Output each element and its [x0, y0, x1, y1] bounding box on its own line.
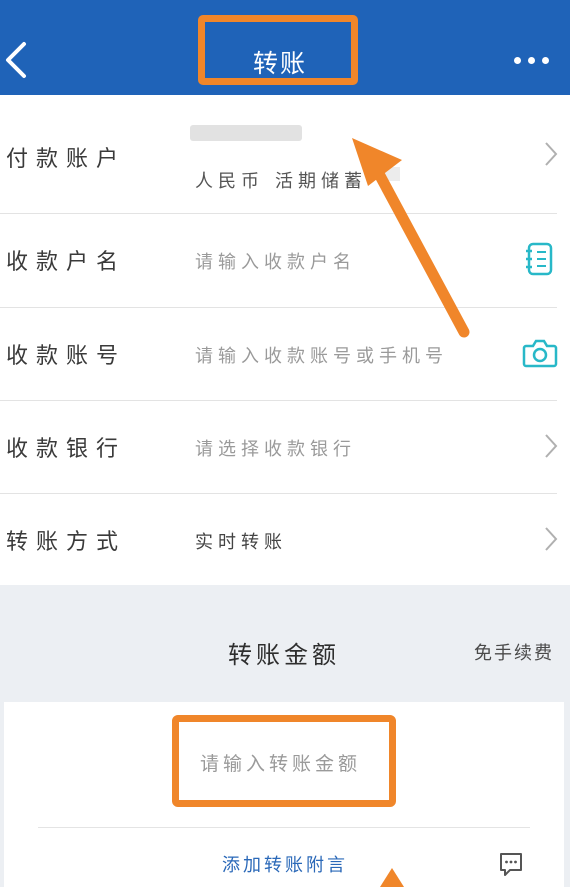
chevron-right-icon [545, 527, 558, 551]
more-button[interactable] [512, 50, 552, 70]
transfer-method-value: 实时转账 [195, 532, 287, 553]
payer-account-label: 付款账户 [6, 147, 127, 172]
payee-account-row: 收款账号 请输入收款账号或手机号 [0, 308, 570, 400]
page-title: 转账 [252, 49, 307, 78]
payer-account-row[interactable]: 付款账户 人民币 活期储蓄 [0, 95, 570, 213]
payee-account-label: 收款账号 [6, 344, 127, 369]
payer-account-type: 活期储蓄 [275, 171, 367, 192]
navigation-bar: 转账 [0, 10, 570, 95]
camera-icon[interactable] [522, 338, 558, 368]
payee-bank-row[interactable]: 收款银行 请选择收款银行 [0, 401, 570, 493]
status-bar [0, 0, 570, 10]
amount-section: 转账金额 免手续费 请输入转账金额 添加转账附言 [0, 585, 570, 887]
fee-note: 免手续费 [474, 643, 554, 664]
payee-name-row: 收款户名 请输入收款户名 [0, 214, 570, 307]
payee-name-label: 收款户名 [6, 250, 127, 275]
transfer-method-label: 转账方式 [6, 530, 127, 555]
message-icon[interactable] [498, 851, 524, 877]
chevron-right-icon [545, 434, 558, 458]
amount-title: 转账金额 [228, 641, 340, 669]
payee-name-input[interactable]: 请输入收款户名 [195, 248, 356, 274]
payer-currency: 人民币 [195, 171, 264, 192]
payee-bank-select[interactable]: 请选择收款银行 [195, 435, 356, 461]
back-button[interactable] [2, 40, 32, 80]
divider [38, 827, 530, 828]
amount-input[interactable]: 请输入转账金额 [200, 749, 380, 779]
masked-account-number [190, 125, 302, 141]
contact-book-icon[interactable] [525, 242, 555, 276]
transfer-form: 付款账户 人民币 活期储蓄 收款户名 请输入收款户名 收款账号 请输入收款账号或… [0, 95, 570, 585]
payee-account-input[interactable]: 请输入收款账号或手机号 [195, 342, 448, 368]
add-memo-link[interactable]: 添加转账附言 [222, 851, 348, 877]
masked-balance [382, 167, 400, 181]
transfer-method-row[interactable]: 转账方式 实时转账 [0, 494, 570, 585]
chevron-left-icon [6, 42, 26, 78]
payee-bank-label: 收款银行 [6, 437, 127, 462]
chevron-right-icon [545, 142, 558, 166]
more-horizontal-icon [514, 57, 521, 64]
